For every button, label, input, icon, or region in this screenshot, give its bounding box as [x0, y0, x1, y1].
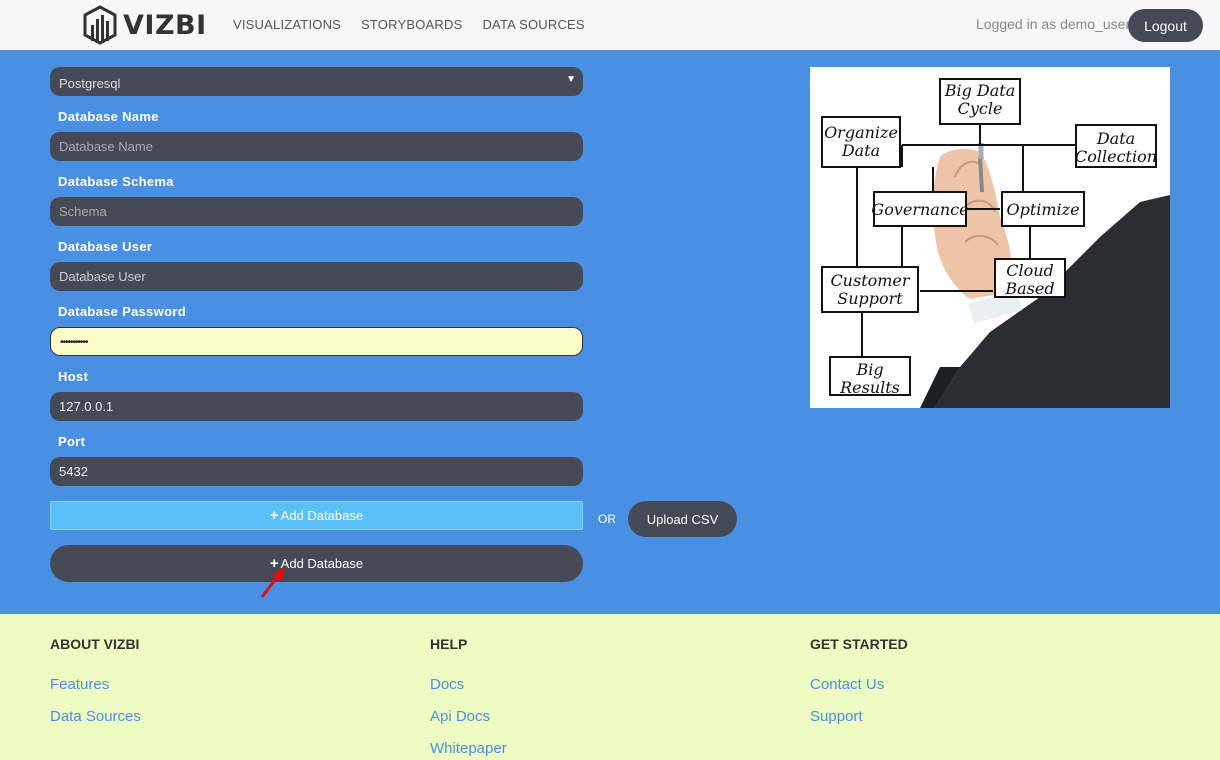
add-database-button-secondary[interactable]: + Add Database	[50, 545, 583, 582]
database-name-input[interactable]: Database Name	[50, 132, 583, 161]
nav-data-sources[interactable]: DATA SOURCES	[482, 17, 584, 32]
database-schema-label: Database Schema	[58, 174, 174, 189]
database-password-input[interactable]: •••••••••••	[50, 327, 583, 356]
footer-link-whitepaper[interactable]: Whitepaper	[430, 740, 507, 757]
upload-csv-button[interactable]: Upload CSV	[628, 501, 737, 537]
big-data-diagram: Big Data Cycle Organize Data Data Collectio…	[821, 78, 1170, 408]
footer-link-api-docs[interactable]: Api Docs	[430, 708, 490, 725]
big-data-cycle-image: Big Data Cycle Organize Data Data Collectio…	[810, 67, 1170, 408]
footer-link-docs[interactable]: Docs	[430, 676, 464, 693]
footer-link-features[interactable]: Features	[50, 676, 109, 693]
add-database-button[interactable]: + Add Database	[50, 501, 583, 530]
database-type-select[interactable]: Postgresql ▼	[50, 67, 583, 96]
add-database-label: Add Database	[280, 508, 364, 523]
footer-about-title: ABOUT VIZBI	[50, 636, 140, 652]
main-nav: VISUALIZATIONS STORYBOARDS DATA SOURCES	[233, 17, 605, 32]
or-separator: OR	[598, 512, 616, 526]
host-input[interactable]: 127.0.0.1	[50, 392, 583, 421]
add-database-label: Add Database	[280, 556, 364, 571]
plus-icon: +	[269, 507, 279, 524]
footer-help-title: HELP	[430, 636, 468, 652]
database-type-value: Postgresql	[59, 76, 121, 91]
port-label: Port	[58, 434, 86, 449]
host-label: Host	[58, 369, 89, 384]
node-governance: Governance	[871, 200, 968, 219]
database-user-input[interactable]: Database User	[50, 262, 583, 291]
footer-get-started-title: GET STARTED	[810, 636, 908, 652]
footer: ABOUT VIZBI Features Data Sources HELP D…	[0, 614, 1220, 760]
database-user-label: Database User	[58, 239, 153, 254]
nav-visualizations[interactable]: VISUALIZATIONS	[233, 17, 341, 32]
logged-in-text: Logged in as demo_user	[976, 16, 1131, 32]
nav-storyboards[interactable]: STORYBOARDS	[361, 17, 462, 32]
cursor-arrow-icon	[260, 567, 285, 598]
top-navbar: VIZBI VISUALIZATIONS STORYBOARDS DATA SO…	[0, 0, 1220, 50]
logout-button[interactable]: Logout	[1128, 9, 1203, 42]
logo-icon	[83, 5, 117, 45]
brand-name: VIZBI	[123, 9, 207, 41]
vizbi-logo[interactable]: VIZBI	[82, 5, 207, 45]
footer-link-data-sources[interactable]: Data Sources	[50, 708, 141, 725]
dropdown-arrow-icon: ▼	[566, 74, 576, 85]
footer-link-support[interactable]: Support	[810, 708, 863, 725]
port-input[interactable]: 5432	[50, 457, 583, 486]
database-name-label: Database Name	[58, 109, 159, 124]
footer-link-contact-us[interactable]: Contact Us	[810, 676, 884, 693]
database-schema-input[interactable]: Schema	[50, 197, 583, 226]
node-cloud-based: Cloud Based	[1004, 261, 1054, 298]
node-optimize: Optimize	[1006, 200, 1079, 219]
node-customer-support: Customer Support	[830, 271, 910, 308]
database-password-label: Database Password	[58, 304, 186, 319]
